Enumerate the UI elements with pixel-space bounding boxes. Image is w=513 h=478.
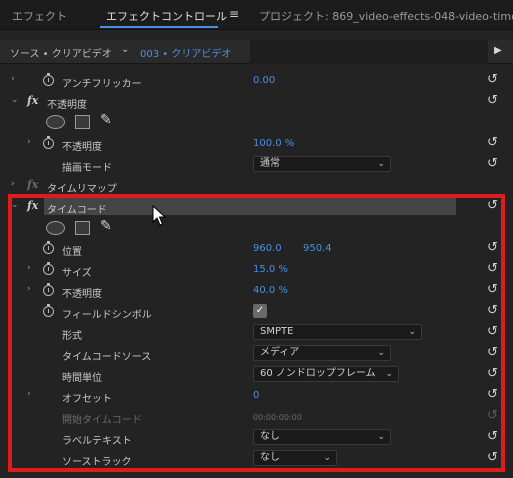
fx-icon[interactable]: fx	[27, 178, 38, 191]
blend-mode-value: 通常	[260, 158, 280, 169]
ellipse-mask-icon[interactable]	[46, 115, 65, 129]
mouse-cursor-icon	[152, 205, 166, 226]
mini-timeline[interactable]	[250, 40, 488, 64]
rectangle-mask-icon[interactable]	[75, 115, 90, 129]
panel-tabs: エフェクト エフェクトコントロール ≡ プロジェクト: 869_video-ef…	[0, 0, 513, 30]
active-tab-indicator	[100, 26, 218, 28]
blend-mode-label: 描画モード	[62, 163, 112, 174]
blend-mode-row: 描画モード 通常 ⌄ ↺	[0, 154, 513, 175]
time-remap-row: › fx タイムリマップ	[0, 175, 513, 196]
antiflicker-label: アンチフリッカー	[62, 79, 142, 90]
expand-chevron-icon[interactable]: ›	[27, 137, 31, 147]
fx-icon[interactable]: fx	[27, 94, 38, 107]
stopwatch-icon[interactable]	[43, 73, 54, 86]
opacity-row: › 不透明度 100.0 % ↺	[0, 133, 513, 154]
antiflicker-value[interactable]: 0.00	[253, 75, 275, 86]
reset-icon[interactable]: ↺	[487, 93, 498, 108]
opacity-section-header: ⌄ fx 不透明度 ↺	[0, 91, 513, 112]
tab-project[interactable]: プロジェクト: 869_video-effects-048-video-time…	[259, 8, 513, 24]
stopwatch-icon[interactable]	[43, 136, 54, 149]
antiflicker-row: › アンチフリッカー 0.00 ↺	[0, 70, 513, 91]
blend-mode-dropdown[interactable]: 通常 ⌄	[253, 156, 391, 172]
reset-icon[interactable]: ↺	[487, 72, 498, 87]
opacity-mask-tools: ✎	[0, 111, 513, 133]
sequence-clip-label[interactable]: 003 • クリアビデオ	[140, 45, 231, 60]
play-icon[interactable]: ▶	[494, 45, 502, 56]
collapse-chevron-icon[interactable]: ⌄	[11, 95, 19, 105]
annotation-highlight-frame	[8, 194, 505, 472]
opacity-section-title: 不透明度	[47, 100, 87, 111]
chevron-down-icon[interactable]: ⌄	[121, 44, 129, 55]
opacity-label: 不透明度	[62, 142, 102, 153]
source-clip-label[interactable]: ソース • クリアビデオ	[10, 45, 112, 60]
reset-icon[interactable]: ↺	[487, 135, 498, 150]
source-bar: ソース • クリアビデオ ⌄ 003 • クリアビデオ ▶	[0, 40, 513, 64]
time-remap-title: タイムリマップ	[47, 184, 117, 195]
expand-chevron-icon[interactable]: ›	[11, 179, 15, 189]
chevron-down-icon: ⌄	[377, 159, 385, 169]
opacity-value[interactable]: 100.0 %	[253, 138, 294, 149]
hamburger-icon[interactable]: ≡	[229, 7, 239, 21]
pen-mask-icon[interactable]: ✎	[100, 112, 112, 128]
tab-effects[interactable]: エフェクト	[12, 8, 67, 24]
expand-chevron-icon[interactable]: ›	[11, 74, 15, 84]
reset-icon[interactable]: ↺	[487, 156, 498, 171]
tab-effect-controls[interactable]: エフェクトコントロール	[106, 8, 227, 24]
